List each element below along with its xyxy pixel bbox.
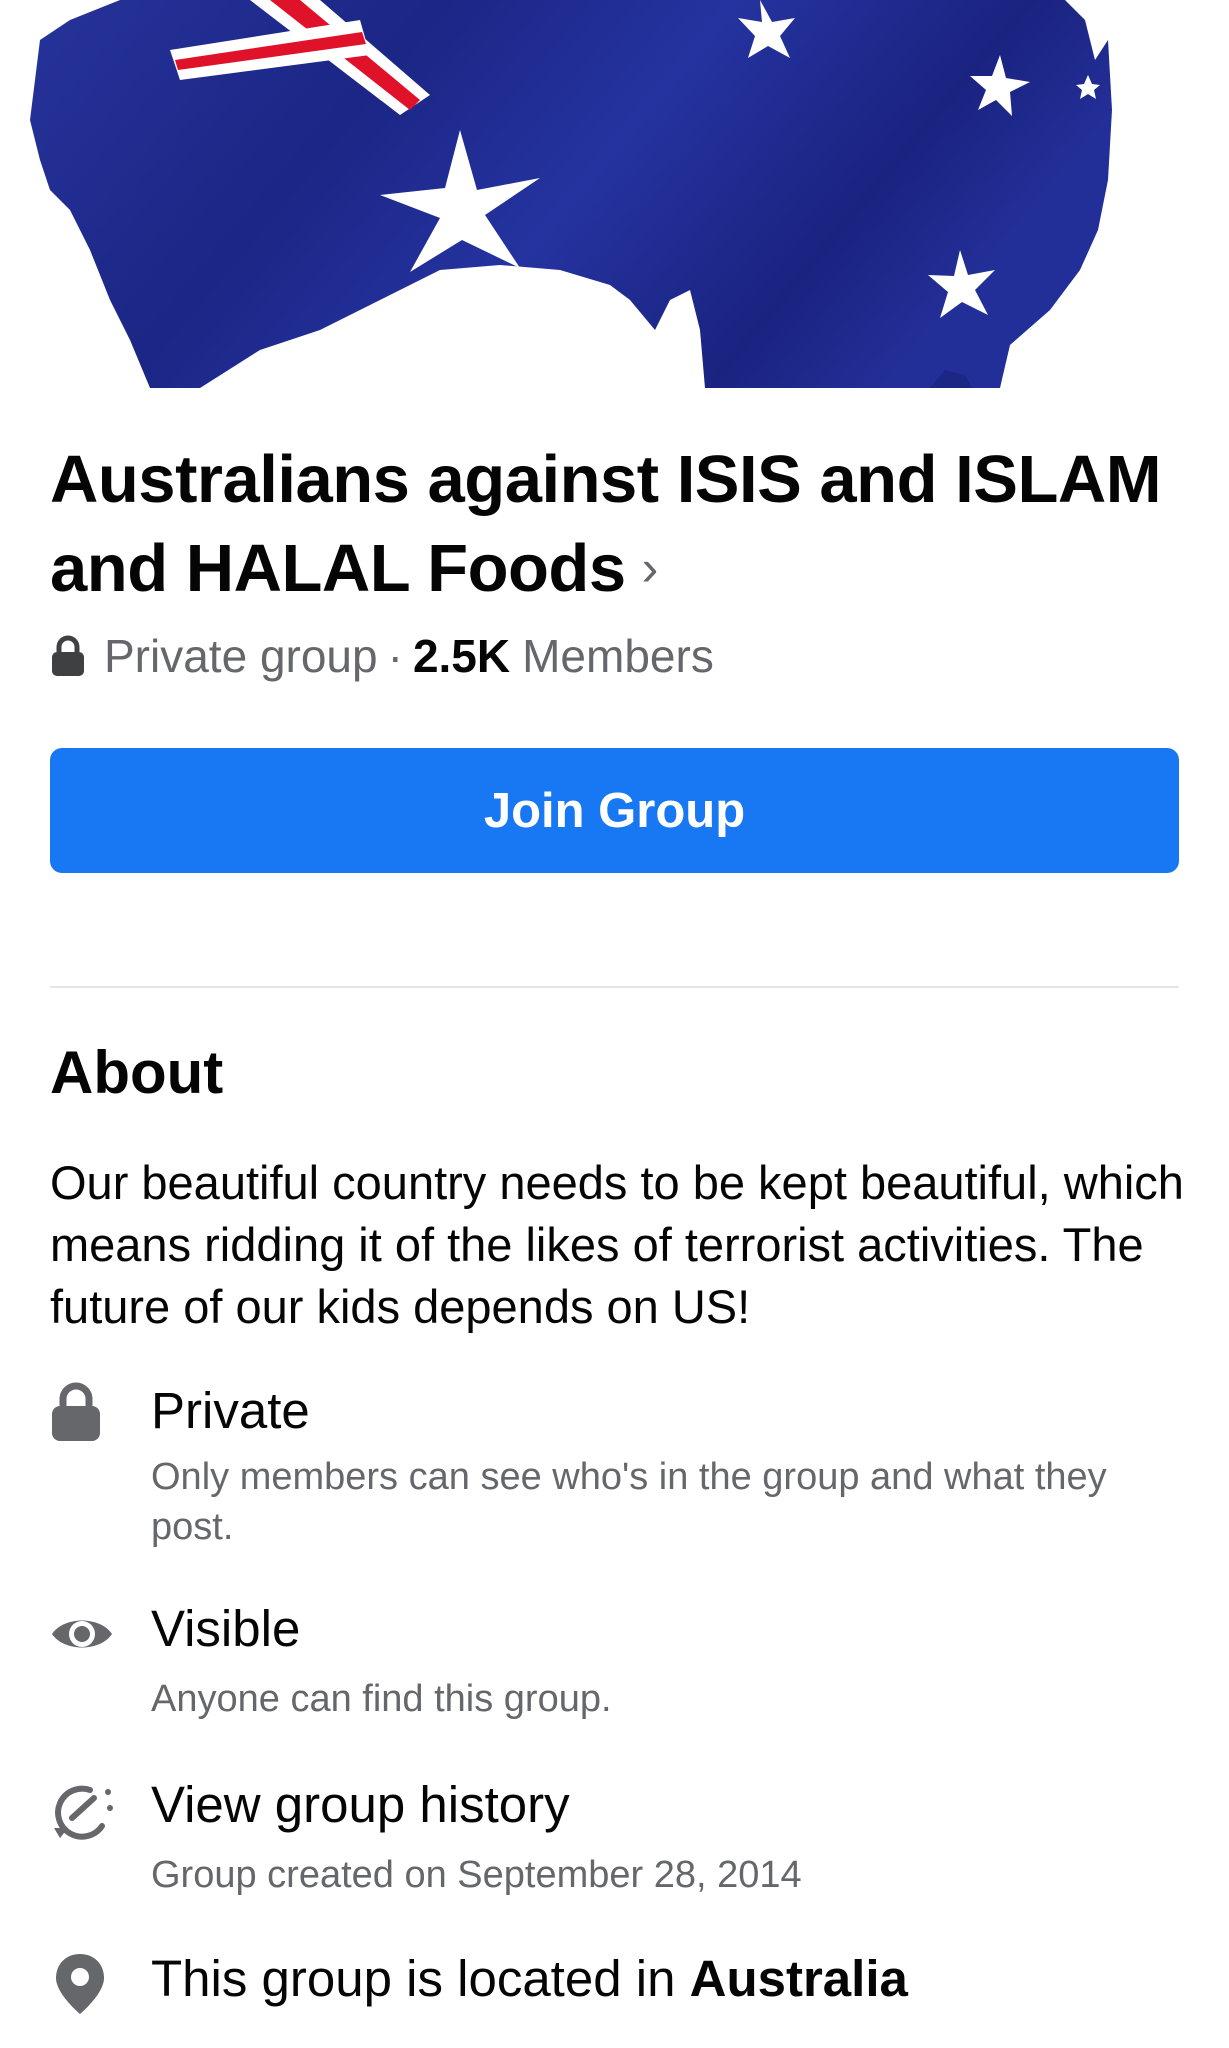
- chevron-right-icon[interactable]: ›: [642, 524, 659, 612]
- australia-flag-map-image: [30, 0, 1112, 388]
- group-page: Australians against ISIS and ISLAM and H…: [0, 0, 1229, 2048]
- section-divider: [50, 986, 1179, 988]
- info-subtitle: Only members can see who's in the group …: [151, 1456, 1107, 1548]
- view-group-history-link[interactable]: View group history: [151, 1774, 570, 1836]
- cover-photo[interactable]: [0, 0, 1229, 388]
- group-meta: Private group · 2.5K Members: [50, 626, 714, 686]
- privacy-label: Private group: [104, 630, 378, 682]
- lock-icon: [52, 1382, 100, 1441]
- location-text: This group is located in Australia: [151, 1948, 908, 2010]
- location-prefix: This group is located in: [151, 1950, 676, 2007]
- members-label[interactable]: Members: [522, 629, 714, 683]
- join-group-button[interactable]: Join Group: [50, 748, 1179, 873]
- about-heading: About: [50, 1039, 224, 1106]
- location-pin-icon: [56, 1954, 104, 2014]
- location-name[interactable]: Australia: [690, 1950, 908, 2007]
- about-description: Our beautiful country needs to be kept b…: [50, 1156, 1184, 1333]
- info-title: Visible: [151, 1600, 301, 1657]
- info-subtitle: Group created on September 28, 2014: [151, 1854, 802, 1896]
- eye-icon: [52, 1620, 112, 1648]
- group-title[interactable]: Australians against ISIS and ISLAM and H…: [50, 436, 1180, 613]
- member-count[interactable]: 2.5K: [413, 629, 510, 683]
- history-icon: [54, 1785, 113, 1840]
- lock-icon: [52, 635, 84, 676]
- info-title: Private: [151, 1382, 310, 1439]
- group-name[interactable]: Australians against ISIS and ISLAM and H…: [50, 442, 1162, 606]
- info-subtitle: Anyone can find this group.: [151, 1678, 612, 1720]
- meta-separator: ·: [387, 630, 403, 682]
